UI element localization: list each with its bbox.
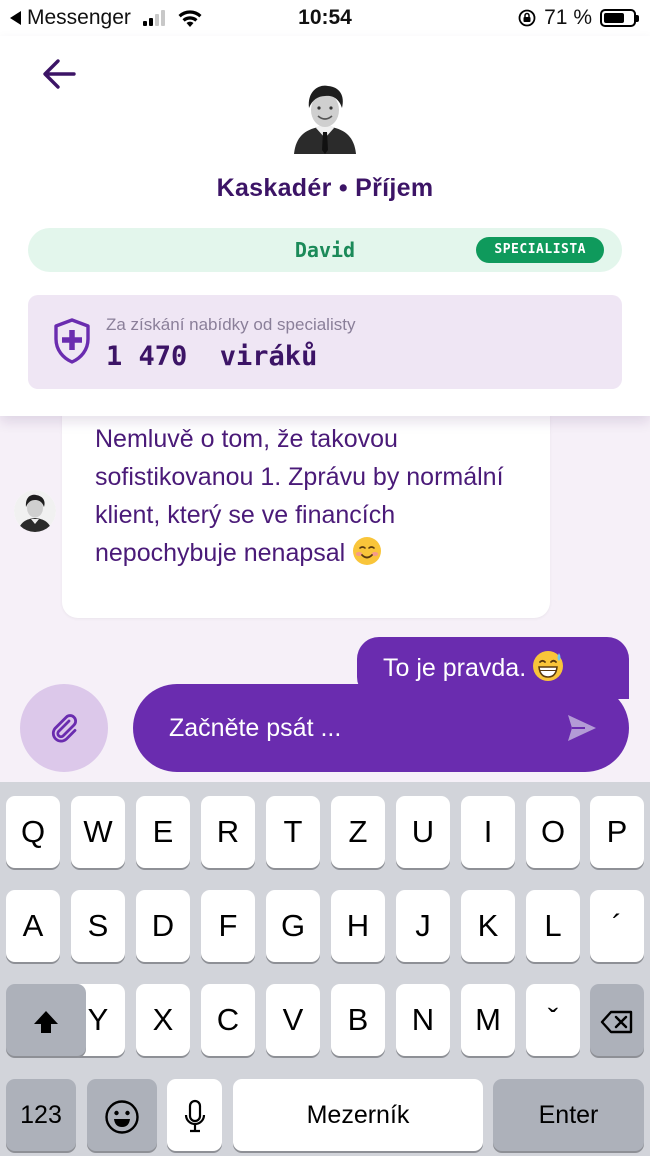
battery-level — [604, 13, 624, 23]
key-3-6[interactable]: N — [396, 984, 450, 1056]
backspace-icon — [600, 1010, 633, 1034]
key-1-5[interactable]: T — [266, 796, 320, 868]
key-1-7[interactable]: U — [396, 796, 450, 868]
page-title: Kaskadér • Příjem — [216, 174, 434, 202]
outgoing-message-text: To je pravda. — [383, 654, 527, 682]
key-1-4[interactable]: R — [201, 796, 255, 868]
backspace-key[interactable] — [590, 984, 644, 1056]
key-3-3[interactable]: C — [201, 984, 255, 1056]
key-3-5[interactable]: B — [331, 984, 385, 1056]
smiling-face-icon — [353, 537, 382, 565]
enter-key[interactable]: Enter — [493, 1079, 644, 1151]
key-3-7[interactable]: M — [461, 984, 515, 1056]
message-composer[interactable] — [133, 684, 629, 772]
reward-label: Za získání nabídky od specialisty — [106, 315, 356, 334]
reward-box: Za získání nabídky od specialisty 1 470 … — [28, 295, 622, 389]
key-2-10[interactable]: ´ — [590, 890, 644, 962]
key-1-6[interactable]: Z — [331, 796, 385, 868]
back-arrow-icon[interactable] — [38, 52, 82, 96]
key-2-1[interactable]: A — [6, 890, 60, 962]
paperclip-icon — [51, 714, 77, 743]
shield-plus-icon — [54, 318, 90, 364]
key-2-8[interactable]: K — [461, 890, 515, 962]
dictation-key[interactable] — [167, 1079, 222, 1151]
key-2-9[interactable]: L — [526, 890, 580, 962]
battery-icon — [600, 9, 639, 27]
key-1-8[interactable]: I — [461, 796, 515, 868]
key-3-8[interactable]: ˇ — [526, 984, 580, 1056]
key-2-6[interactable]: H — [331, 890, 385, 962]
grinning-sweat-face-icon — [533, 651, 564, 681]
key-2-7[interactable]: J — [396, 890, 450, 962]
key-1-10[interactable]: P — [590, 796, 644, 868]
rotation-lock-icon — [518, 9, 536, 27]
specialist-avatar — [294, 85, 356, 154]
message-input[interactable] — [169, 708, 549, 748]
key-1-1[interactable]: Q — [6, 796, 60, 868]
keyboard: QWERTZUIOP A S D F G H J K L ´ YXCVBNMˇ 123 Mezer… — [0, 782, 650, 1156]
specialist-badge: SPECIALISTA — [476, 237, 604, 263]
sender-avatar — [14, 490, 56, 532]
shift-key[interactable] — [6, 984, 86, 1056]
key-1-2[interactable]: W — [71, 796, 125, 868]
microphone-icon — [184, 1099, 205, 1132]
key-1-3[interactable]: E — [136, 796, 190, 868]
specialist-row: David SPECIALISTA — [28, 228, 622, 272]
attach-button[interactable] — [20, 684, 108, 772]
key-2-3[interactable]: D — [136, 890, 190, 962]
space-key[interactable]: Mezerník — [233, 1079, 483, 1151]
reward-value: 1 470 viráků — [106, 341, 318, 372]
incoming-message-text: Nemluvě o tom, že takovou sofistikovanou… — [95, 425, 504, 567]
status-bar: Messenger 10:54 71 % — [0, 0, 650, 36]
shift-arrow-icon — [34, 1010, 58, 1033]
numbers-key[interactable]: 123 — [6, 1079, 76, 1151]
incoming-message[interactable]: Nemluvě o tom, že takovou sofistikovanou… — [62, 416, 550, 618]
battery-percent: 71 % — [544, 6, 592, 29]
emoji-key[interactable] — [87, 1079, 157, 1151]
key-3-4[interactable]: V — [266, 984, 320, 1056]
key-2-5[interactable]: G — [266, 890, 320, 962]
key-1-9[interactable]: O — [526, 796, 580, 868]
conversation-header: Kaskadér • Příjem David SPECIALISTA Za z… — [0, 36, 650, 416]
key-2-2[interactable]: S — [71, 890, 125, 962]
emoji-face-icon — [105, 1100, 139, 1134]
key-3-2[interactable]: X — [136, 984, 190, 1056]
send-icon[interactable] — [565, 711, 599, 745]
key-2-4[interactable]: F — [201, 890, 255, 962]
